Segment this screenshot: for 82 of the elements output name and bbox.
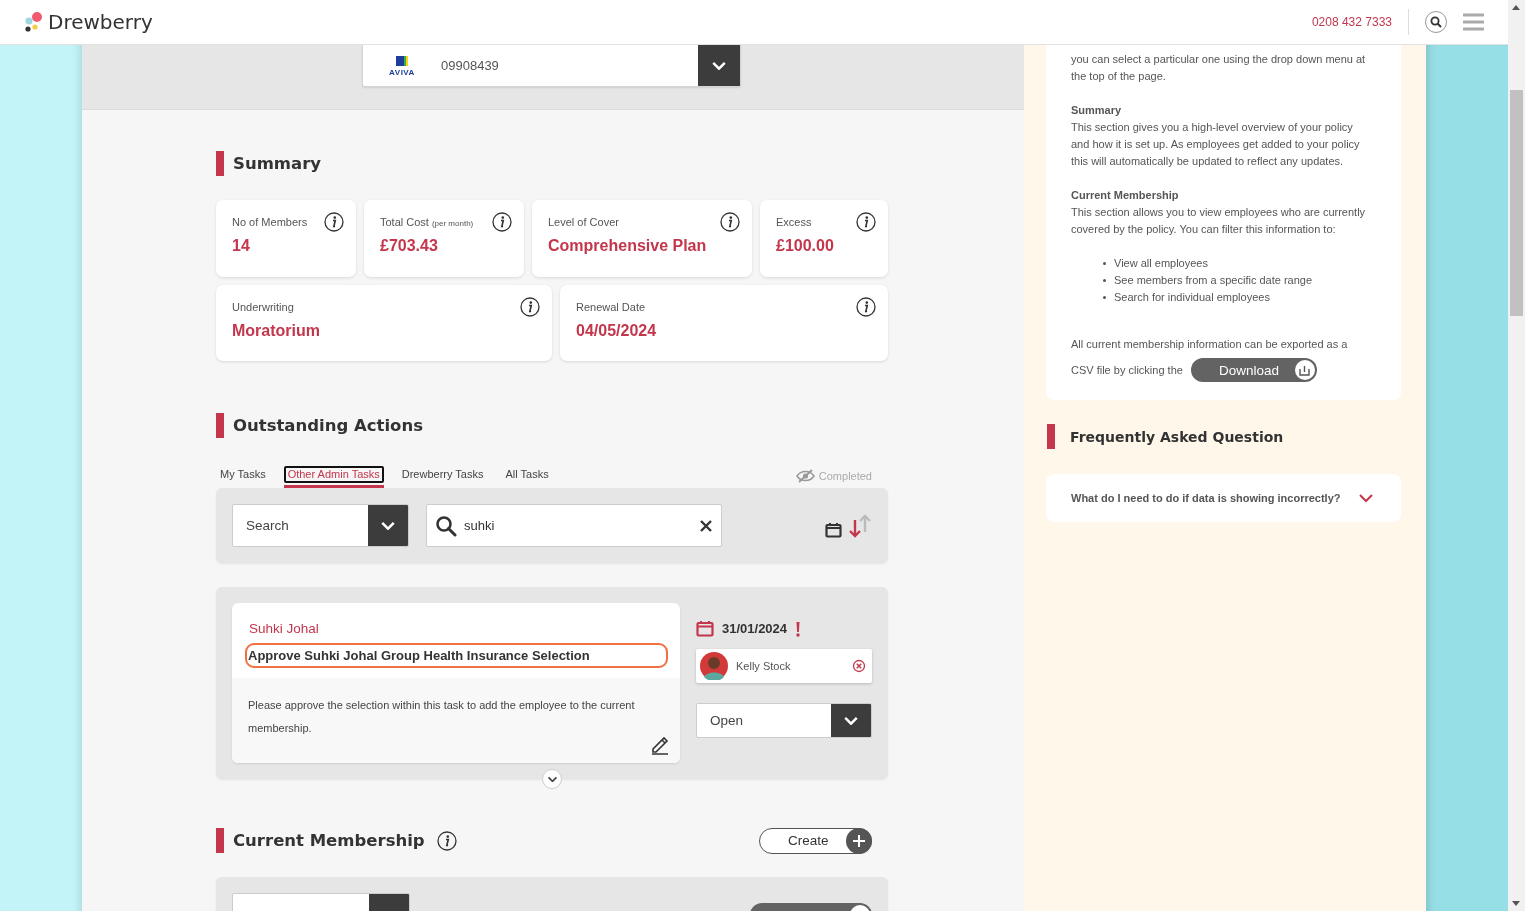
scrollbar[interactable] — [1508, 0, 1525, 911]
calendar-icon[interactable] — [825, 521, 842, 538]
help-text: All current membership information can be exported as a — [1071, 337, 1349, 352]
task-title[interactable]: Approve Suhki Johal Group Health Insurance Selection — [245, 643, 668, 668]
task-tab[interactable]: Drewberry Tasks — [397, 463, 488, 488]
card-label: No of Members — [232, 216, 308, 228]
insurer-logo-text: AVIVA — [389, 67, 415, 77]
info-icon[interactable] — [324, 212, 344, 232]
section-title: Current Membership — [233, 831, 425, 850]
download-icon — [1299, 364, 1311, 376]
card-value: £100.00 — [776, 237, 835, 255]
due-date: 31/01/2024 — [722, 621, 788, 636]
faq-item[interactable]: What do I need to do if data is showing incorrectly? — [1046, 474, 1401, 522]
expand-button[interactable] — [542, 769, 562, 789]
faq-question: What do I need to do if data is showing incorrectly? — [1071, 492, 1341, 504]
close-icon[interactable] — [699, 518, 713, 533]
card-label: Excess — [776, 216, 812, 228]
task-person[interactable]: Suhki Johal — [245, 621, 668, 636]
card-note: (per month) — [431, 219, 474, 228]
policy-number: 09908439 — [441, 58, 500, 73]
info-icon[interactable] — [520, 297, 540, 317]
section-marker — [1047, 424, 1055, 449]
info-icon[interactable] — [720, 212, 740, 232]
search-field[interactable]: suhki — [426, 504, 722, 547]
search-icon — [435, 514, 457, 537]
card-label: Renewal Date — [576, 301, 646, 313]
card-label: Underwriting — [232, 301, 294, 313]
help-text: CSV file by clicking the — [1071, 363, 1183, 378]
task-description: Please approve the selection within this task to add the employee to the current membership. — [248, 698, 636, 736]
remove-icon[interactable] — [852, 659, 866, 673]
search-icon — [1430, 16, 1442, 28]
help-bullet: View all employees — [1114, 256, 1208, 271]
chevron-down-icon — [843, 715, 859, 726]
help-bullet: See members from a specific date range — [1114, 273, 1313, 288]
info-icon[interactable] — [436, 830, 457, 851]
status-select[interactable]: Open — [696, 703, 872, 738]
filter-select[interactable]: Search — [232, 504, 409, 547]
card-value: 04/05/2024 — [576, 322, 658, 340]
card-value: £703.43 — [380, 237, 439, 255]
search-button[interactable] — [1425, 11, 1447, 33]
section-title: Frequently Asked Question — [1070, 428, 1284, 445]
avatar — [700, 652, 728, 680]
card-value: Comprehensive Plan — [548, 237, 708, 255]
section-marker — [216, 151, 224, 176]
policy-select[interactable]: AVIVA 09908439 — [362, 45, 741, 87]
card-label: Total Cost — [380, 216, 429, 228]
info-icon[interactable] — [856, 297, 876, 317]
help-bullet: Search for individual employees — [1114, 290, 1270, 305]
logo-icon — [24, 11, 44, 33]
section-title: Outstanding Actions — [233, 416, 424, 435]
card-label: Level of Cover — [548, 216, 619, 228]
chevron-down-icon — [711, 60, 727, 71]
help-text: This section allows you to view employees who are currently covered by the policy. You can filter this information to: — [1071, 205, 1367, 237]
chevron-down-icon — [546, 775, 558, 783]
info-icon[interactable] — [856, 212, 876, 232]
section-title: Summary — [233, 154, 322, 173]
plus-icon — [853, 834, 865, 847]
chevron-down-icon — [380, 520, 396, 531]
create-button[interactable]: Create — [759, 827, 872, 854]
eye-off-icon — [795, 468, 815, 483]
help-text: This section gives you a high-level overview of your policy and how it is set up. As employees get added to your policy this will automatically be updated to reflect any updates. — [1071, 120, 1361, 169]
pencil-icon[interactable] — [650, 735, 670, 755]
help-heading: Current Membership — [1071, 188, 1180, 203]
flag-icon — [395, 54, 409, 67]
assignee-name: Kelly Stock — [736, 660, 792, 672]
help-heading: Summary — [1071, 103, 1123, 118]
task-tab[interactable]: Other Admin Tasks — [283, 463, 384, 488]
menu-icon — [1463, 13, 1484, 31]
card-value: Moratorium — [232, 322, 321, 340]
calendar-icon — [696, 620, 714, 637]
section-marker — [216, 828, 224, 853]
section-marker — [216, 413, 224, 438]
help-text: you can select a particular one using the drop down menu at the top of the page. — [1071, 52, 1367, 84]
assignee-chip[interactable]: Kelly Stock — [696, 649, 872, 683]
card-value: 14 — [232, 237, 251, 255]
info-icon[interactable] — [492, 212, 512, 232]
task-tab[interactable]: All Tasks — [501, 463, 553, 488]
task-tab[interactable]: My Tasks — [216, 463, 270, 488]
logo-text[interactable]: Drewberry — [48, 10, 153, 34]
download-button[interactable]: Download — [1190, 358, 1317, 382]
sort-icon[interactable] — [848, 513, 872, 538]
phone-number[interactable]: 0208 432 7333 — [1311, 15, 1392, 29]
